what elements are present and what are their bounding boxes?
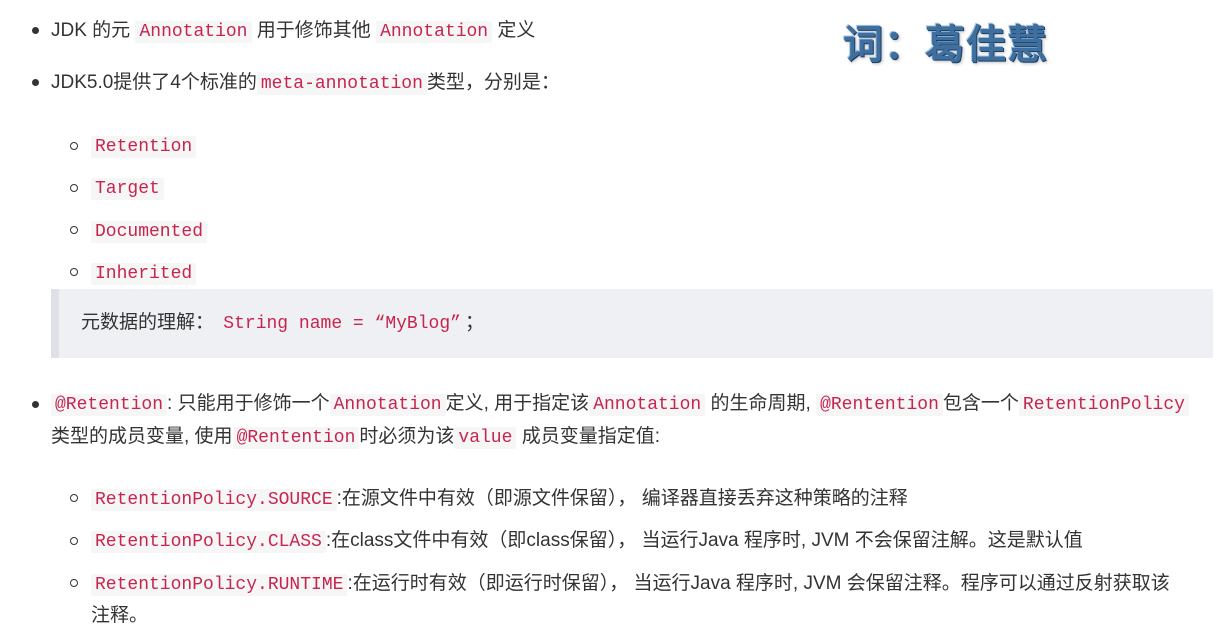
bullet-dot [32, 79, 39, 86]
list-item-documented: Documented [91, 217, 208, 246]
list-item-policy-runtime-cont: 注释。 [91, 602, 148, 630]
quote-end: ； [464, 312, 484, 333]
bullet-dot [32, 401, 39, 408]
text: 类型，分别是： [426, 72, 560, 93]
sub-bullet-circle [70, 268, 78, 276]
code-policy-source: RetentionPolicy.SOURCE [91, 489, 337, 511]
metadata-blockquote: 元数据的理解： String name = “MyBlog”； [51, 289, 1213, 358]
text: 定义, 用于指定该 [445, 393, 590, 414]
blockquote-text: 元数据的理解： String name = “MyBlog”； [81, 309, 484, 338]
code-value: value [454, 427, 517, 449]
code-inherited: Inherited [91, 263, 197, 285]
sub-bullet-circle [70, 226, 78, 234]
sub-bullet-circle [70, 184, 78, 192]
code-string-name: String name = “MyBlog” [223, 314, 461, 334]
code-rentention: @Rentention [232, 427, 360, 449]
text: JDK 的元 [51, 20, 131, 41]
code-meta-annotation: meta-annotation [256, 73, 427, 95]
code-retention: Retention [91, 136, 197, 158]
bullet-item-retention-desc-cont: 类型的成员变量, 使用 @Rentention 时必须为该 value 成员变量指定值… [51, 423, 660, 452]
text: JDK5.0提供了4个标准的 [51, 72, 257, 93]
list-item-policy-class: RetentionPolicy.CLASS:在class文件中有效（即class… [91, 527, 1083, 556]
text: 时必须为该 [359, 426, 455, 447]
code-retention-policy: RetentionPolicy [1018, 394, 1189, 416]
watermark-text: 词：葛佳慧 [843, 22, 1048, 68]
text: 类型的成员变量, 使用 [51, 426, 233, 447]
policy-source-desc: :在源文件中有效（即源文件保留）， 编译器直接丢弃这种策略的注释 [336, 488, 908, 509]
bullet-item-retention-desc: @Retention: 只能用于修饰一个 Annotation 定义, 用于指定该 A… [51, 390, 1189, 419]
sub-bullet-circle [70, 494, 78, 502]
text: : 只能用于修饰一个 [167, 393, 330, 414]
code-annotation: Annotation [589, 394, 706, 416]
code-annotation: Annotation [376, 21, 493, 43]
sub-bullet-circle [70, 142, 78, 150]
code-annotation: Annotation [329, 394, 446, 416]
sub-bullet-circle [70, 579, 78, 587]
bullet-dot [32, 27, 39, 34]
code-retention-annotation: @Retention [51, 394, 168, 416]
sub-bullet-circle [70, 537, 78, 545]
text: 的生命周期, [705, 393, 811, 414]
text: 成员变量指定值: [516, 426, 660, 447]
code-policy-class: RetentionPolicy.CLASS [91, 531, 326, 553]
code-policy-runtime: RetentionPolicy.RUNTIME [91, 574, 348, 596]
quote-label: 元数据的理解： [81, 312, 215, 333]
code-documented: Documented [91, 221, 208, 243]
code-target: Target [91, 178, 164, 200]
text: 定义 [497, 20, 536, 41]
text: 用于修饰其他 [256, 20, 371, 41]
list-item-policy-runtime: RetentionPolicy.RUNTIME:在运行时有效（即运行时保留）， … [91, 570, 1170, 599]
list-item-policy-source: RetentionPolicy.SOURCE:在源文件中有效（即源文件保留）， … [91, 485, 908, 514]
text: 包含一个 [942, 393, 1019, 414]
policy-runtime-desc: :在运行时有效（即运行时保留）， 当运行Java 程序时, JVM 会保留注释。… [347, 573, 1170, 594]
list-item-retention: Retention [91, 132, 197, 161]
code-annotation: Annotation [135, 21, 252, 43]
list-item-target: Target [91, 174, 164, 203]
policy-class-desc: :在class文件中有效（即class保留）， 当运行Java 程序时, JVM… [325, 530, 1083, 551]
code-rentention: @Rentention [816, 394, 943, 416]
bullet-item-meta-annotation-intro: JDK 的元 Annotation 用于修饰其他 Annotation 定义 [51, 17, 535, 46]
policy-runtime-desc-cont: 注释。 [91, 605, 149, 626]
list-item-inherited: Inherited [91, 259, 197, 288]
bullet-item-standard-meta-annotations: JDK5.0提供了4个标准的 meta-annotation 类型，分别是： [51, 69, 560, 98]
